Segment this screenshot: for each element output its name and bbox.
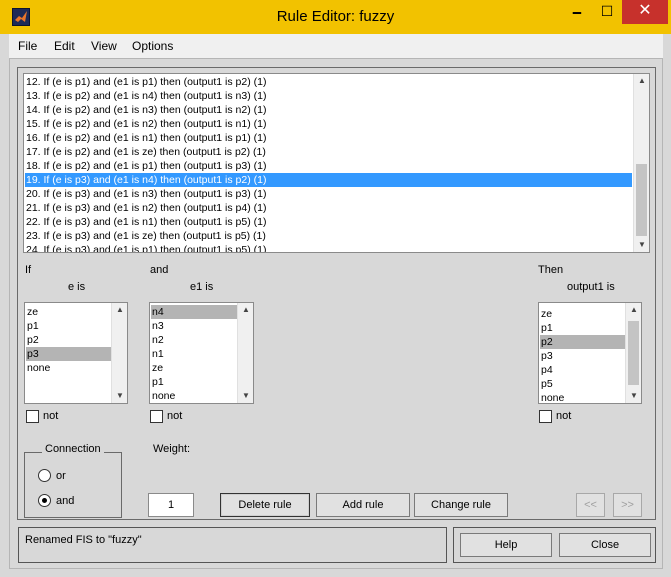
scroll-up-icon[interactable]: ▲	[112, 303, 127, 317]
change-rule-button[interactable]: Change rule	[414, 493, 508, 517]
e1-not-label: not	[167, 410, 183, 422]
list-item[interactable]: ze	[540, 307, 625, 321]
menu-options[interactable]: Options	[132, 39, 173, 53]
weight-label: Weight:	[153, 443, 191, 455]
rule-item-selected[interactable]: 19. If (e is p3) and (e1 is n4) then (ou…	[25, 173, 632, 187]
and-label: and	[150, 264, 169, 276]
e-not-label: not	[43, 410, 59, 422]
e-variable-label: e is	[68, 281, 86, 293]
then-label: Then	[538, 264, 564, 276]
scroll-up-icon[interactable]: ▲	[626, 303, 641, 317]
maximize-button[interactable]: ☐	[592, 0, 622, 24]
list-item[interactable]: p1	[151, 375, 237, 389]
minimize-button[interactable]: 🗕	[562, 0, 592, 24]
add-rule-button[interactable]: Add rule	[316, 493, 410, 517]
status-bar: Renamed FIS to "fuzzy"	[18, 527, 447, 563]
menu-view[interactable]: View	[91, 39, 117, 53]
list-item[interactable]: none	[540, 391, 625, 403]
scroll-thumb[interactable]	[628, 321, 639, 385]
list-item-selected[interactable]: p3	[26, 347, 111, 361]
e1-list-scrollbar[interactable]: ▲ ▼	[237, 303, 253, 403]
scroll-down-icon[interactable]: ▼	[634, 238, 649, 252]
list-item[interactable]: p5	[540, 377, 625, 391]
rule-item[interactable]: 23. If (e is p3) and (e1 is ze) then (ou…	[25, 229, 632, 243]
rule-item[interactable]: 24. If (e is p3) and (e1 is p1) then (ou…	[25, 243, 632, 252]
scroll-up-icon[interactable]: ▲	[238, 303, 253, 317]
list-item[interactable]: ze	[26, 305, 111, 319]
delete-rule-button[interactable]: Delete rule	[220, 493, 310, 517]
next-button[interactable]: >>	[613, 493, 642, 517]
scroll-thumb[interactable]	[636, 164, 647, 236]
list-item[interactable]: p2	[26, 333, 111, 347]
list-item[interactable]: ze	[151, 361, 237, 375]
rule-item[interactable]: 14. If (e is p2) and (e1 is n3) then (ou…	[25, 103, 632, 117]
list-item-selected[interactable]: n4	[151, 305, 237, 319]
and-radio[interactable]	[38, 494, 51, 507]
connection-group	[24, 452, 122, 518]
title-bar: Rule Editor: fuzzy 🗕 ☐ ✕	[0, 0, 671, 34]
radio-selected-dot	[42, 498, 47, 503]
weight-input[interactable]: 1	[148, 493, 194, 517]
connection-title: Connection	[42, 443, 104, 455]
list-item[interactable]: none	[151, 389, 237, 403]
if-label: If	[25, 264, 32, 276]
scroll-up-icon[interactable]: ▲	[634, 74, 649, 88]
output1-not-label: not	[556, 410, 572, 422]
list-item[interactable]: n1	[151, 347, 237, 361]
rule-item[interactable]: 20. If (e is p3) and (e1 is n3) then (ou…	[25, 187, 632, 201]
rule-item[interactable]: 15. If (e is p2) and (e1 is n2) then (ou…	[25, 117, 632, 131]
rule-item[interactable]: 16. If (e is p2) and (e1 is n1) then (ou…	[25, 131, 632, 145]
rule-item[interactable]: 22. If (e is p3) and (e1 is n1) then (ou…	[25, 215, 632, 229]
menu-file[interactable]: File	[18, 39, 37, 53]
list-item[interactable]: p1	[540, 321, 625, 335]
list-item[interactable]: p3	[540, 349, 625, 363]
or-radio-label: or	[56, 470, 66, 482]
e1-variable-label: e1 is	[190, 281, 214, 293]
status-text: Renamed FIS to "fuzzy"	[25, 534, 142, 546]
rule-list[interactable]: 12. If (e is p1) and (e1 is p1) then (ou…	[23, 73, 650, 253]
e-list-scrollbar[interactable]: ▲ ▼	[111, 303, 127, 403]
or-radio[interactable]	[38, 469, 51, 482]
scroll-down-icon[interactable]: ▼	[626, 389, 641, 403]
e1-not-checkbox[interactable]	[150, 410, 163, 423]
output1-variable-label: output1 is	[567, 281, 615, 293]
help-button[interactable]: Help	[460, 533, 552, 557]
list-item[interactable]: p4	[540, 363, 625, 377]
e-membership-list[interactable]: ze p1 p2 p3 none ▲ ▼	[24, 302, 128, 404]
rule-item[interactable]: 18. If (e is p2) and (e1 is p1) then (ou…	[25, 159, 632, 173]
output1-membership-list[interactable]: ze p1 p2 p3 p4 p5 none ▲ ▼	[538, 302, 642, 404]
close-window-button[interactable]: ✕	[622, 0, 668, 24]
list-item[interactable]: p1	[26, 319, 111, 333]
menu-bar: File Edit View Options	[9, 34, 663, 58]
list-item[interactable]: n3	[151, 319, 237, 333]
and-radio-label: and	[56, 495, 75, 507]
close-button[interactable]: Close	[559, 533, 651, 557]
list-item[interactable]: none	[26, 361, 111, 375]
rule-item[interactable]: 13. If (e is p2) and (e1 is n4) then (ou…	[25, 89, 632, 103]
output1-list-scrollbar[interactable]: ▲ ▼	[625, 303, 641, 403]
e1-membership-list[interactable]: n4 n3 n2 n1 ze p1 none ▲ ▼	[149, 302, 254, 404]
rule-item[interactable]: 17. If (e is p2) and (e1 is ze) then (ou…	[25, 145, 632, 159]
list-item[interactable]: n2	[151, 333, 237, 347]
previous-button[interactable]: <<	[576, 493, 605, 517]
rule-item[interactable]: 12. If (e is p1) and (e1 is p1) then (ou…	[25, 75, 632, 89]
scroll-down-icon[interactable]: ▼	[238, 389, 253, 403]
list-item-selected[interactable]: p2	[540, 335, 625, 349]
rule-item[interactable]: 21. If (e is p3) and (e1 is n2) then (ou…	[25, 201, 632, 215]
e-not-checkbox[interactable]	[26, 410, 39, 423]
output1-not-checkbox[interactable]	[539, 410, 552, 423]
scroll-down-icon[interactable]: ▼	[112, 389, 127, 403]
rule-list-scrollbar[interactable]: ▲ ▼	[633, 74, 649, 252]
menu-edit[interactable]: Edit	[54, 39, 75, 53]
